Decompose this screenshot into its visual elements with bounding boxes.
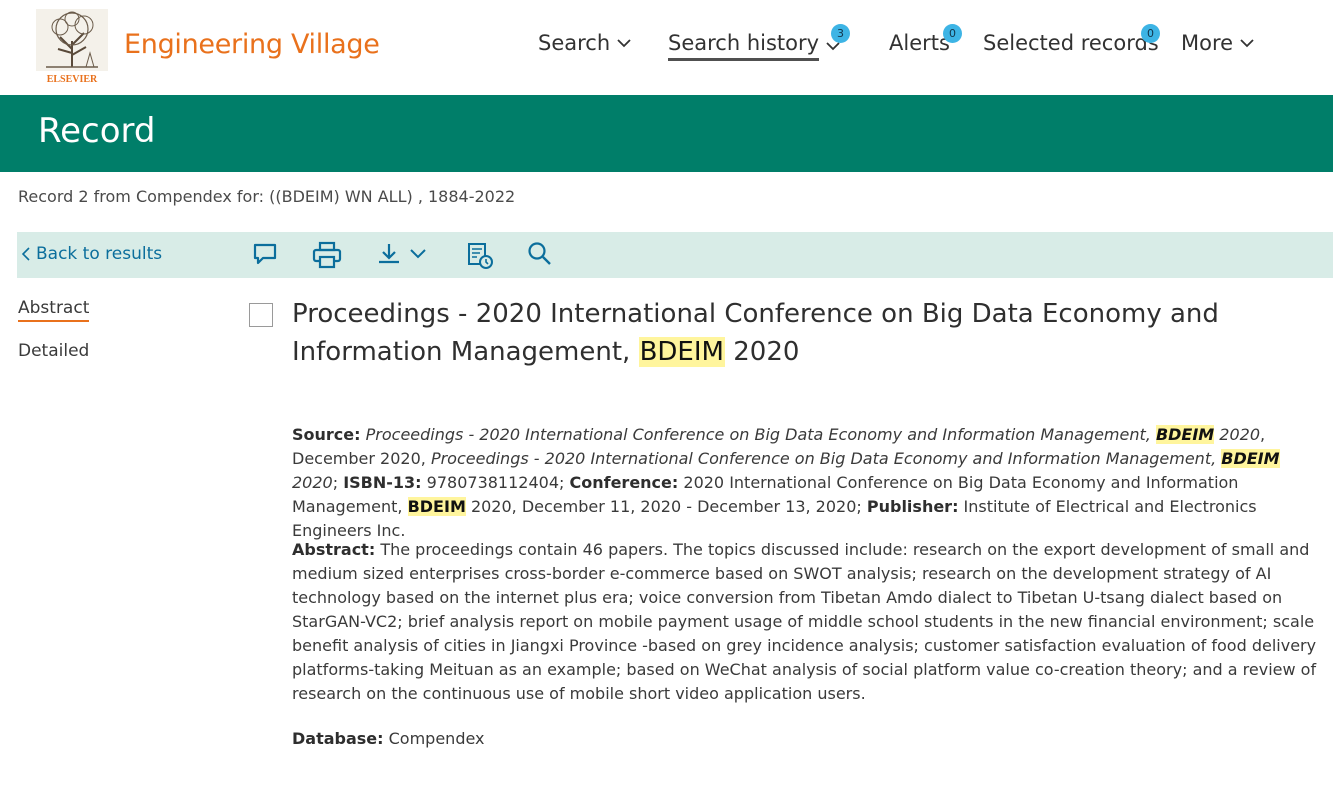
selected-records-badge: 0 xyxy=(1141,24,1160,43)
print-icon[interactable] xyxy=(312,241,342,269)
side-nav-abstract[interactable]: Abstract xyxy=(18,298,90,322)
comment-icon[interactable] xyxy=(252,241,278,267)
brand-name[interactable]: Engineering Village xyxy=(124,29,380,60)
svg-text:ELSEVIER: ELSEVIER xyxy=(47,74,98,85)
record-title: Proceedings - 2020 International Confere… xyxy=(292,299,1219,367)
abstract-block: Abstract: The proceedings contain 46 pap… xyxy=(292,540,1317,703)
nav-search-history[interactable]: Search history xyxy=(668,31,841,61)
select-record-checkbox[interactable] xyxy=(249,303,273,327)
nav-more[interactable]: More xyxy=(1181,31,1255,55)
side-nav-detailed[interactable]: Detailed xyxy=(18,341,89,361)
highlight-term: BDEIM xyxy=(638,337,725,367)
alerts-badge: 0 xyxy=(943,24,962,43)
source-block: Source: Proceedings - 2020 International… xyxy=(292,425,1280,540)
highlight-term: BDEIM xyxy=(407,497,466,516)
chevron-down-icon xyxy=(1240,39,1254,48)
search-icon[interactable] xyxy=(527,241,553,267)
record-subtitle: Record 2 from Compendex for: ((BDEIM) WN… xyxy=(18,187,516,206)
abstract-text: The proceedings contain 46 papers. The t… xyxy=(292,540,1317,703)
search-history-badge: 3 xyxy=(831,24,850,43)
nav-alerts[interactable]: Alerts xyxy=(889,31,950,55)
history-icon[interactable] xyxy=(467,241,495,271)
record-toolbar: Back to results xyxy=(17,232,1333,278)
highlight-term: BDEIM xyxy=(1221,449,1280,468)
page-title: Record xyxy=(38,111,156,151)
chevron-left-icon xyxy=(22,247,30,261)
back-to-results-link[interactable]: Back to results xyxy=(22,244,162,264)
elsevier-logo[interactable]: ELSEVIER xyxy=(36,9,108,85)
highlight-term: BDEIM xyxy=(1155,425,1215,444)
chevron-down-icon xyxy=(617,39,631,48)
database-block: Database: Compendex xyxy=(292,729,485,748)
nav-search[interactable]: Search xyxy=(538,31,632,55)
nav-selected-records[interactable]: Selected records xyxy=(983,31,1159,55)
download-icon[interactable] xyxy=(377,241,431,267)
top-header: ELSEVIER Engineering Village Search Sear… xyxy=(0,0,1333,95)
record-banner: Record xyxy=(0,95,1333,172)
